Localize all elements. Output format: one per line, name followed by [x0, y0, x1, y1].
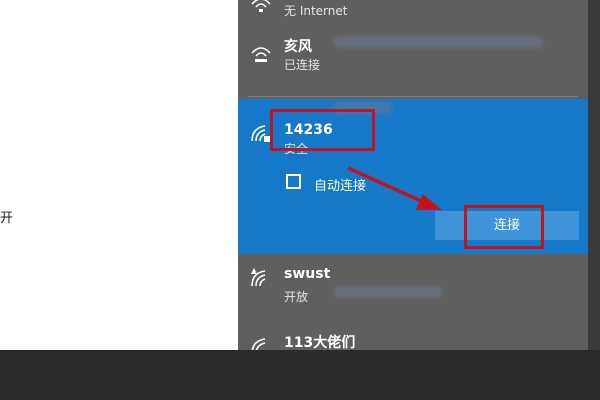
wifi-icon: [251, 338, 266, 350]
bottom-bar: [0, 350, 600, 400]
wifi-warning-icon: [251, 268, 266, 287]
network-status: 已连接: [284, 58, 321, 72]
network-name: 亥风: [284, 39, 312, 55]
network-status: 开放: [284, 290, 309, 304]
auto-connect-label[interactable]: 自动连接: [314, 175, 366, 194]
network-item-3[interactable]: swust 开放: [238, 262, 588, 306]
blurred-info: [333, 286, 443, 298]
network-name-highlight: [270, 109, 375, 151]
network-item-4[interactable]: 113大佬们: [238, 328, 588, 350]
network-name: 113大佬们: [284, 335, 356, 350]
scrollbar-track[interactable]: [588, 0, 600, 350]
connect-button-highlight: [464, 205, 544, 249]
wifi-icon: [251, 47, 271, 62]
network-name: swust: [284, 266, 331, 282]
auto-connect-checkbox[interactable]: [286, 174, 301, 189]
network-item-0[interactable]: 无 Internet: [238, 0, 588, 22]
wifi-icon: [251, 0, 271, 12]
wifi-network-panel: 无 Internet 亥风 已连接 14236 安全 自动连接 连接 swust…: [238, 0, 600, 350]
wifi-secure-icon: [251, 125, 270, 142]
network-status: 无 Internet: [284, 4, 348, 18]
blurred-info: [333, 36, 543, 48]
divider: [248, 96, 578, 97]
network-item-1[interactable]: 亥风 已连接: [238, 32, 588, 76]
background-window: 开: [0, 0, 238, 350]
background-window-text: 开: [0, 211, 14, 226]
